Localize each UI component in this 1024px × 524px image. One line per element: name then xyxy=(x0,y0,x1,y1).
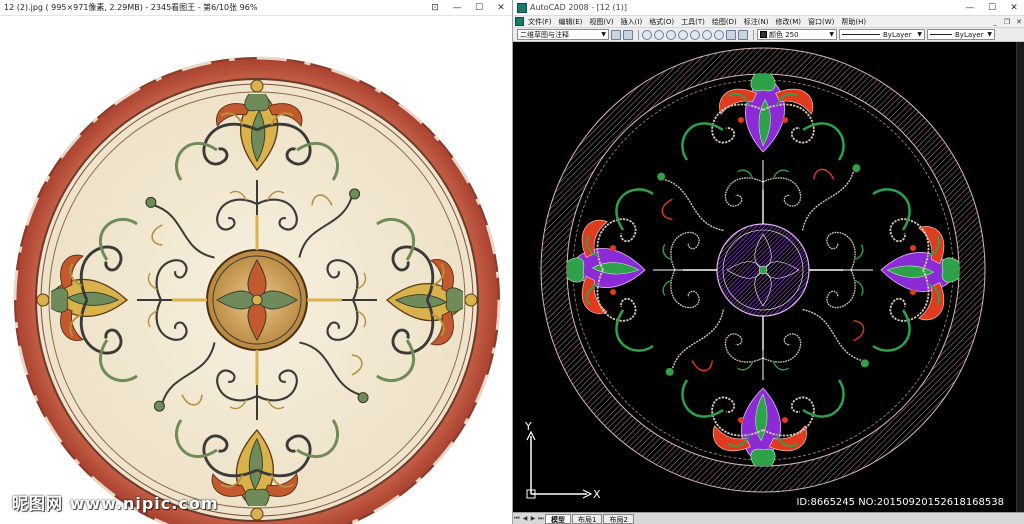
doc-close-button[interactable]: ✕ xyxy=(1013,18,1024,26)
cad-titlebar[interactable]: AutoCAD 2008 - [12 (1)] — ☐ ✕ xyxy=(513,0,1024,16)
doc-restore-button[interactable]: ❐ xyxy=(1001,18,1013,26)
ucs-axis-icon: Y X xyxy=(524,420,601,501)
zoom-realtime-icon[interactable] xyxy=(654,29,664,40)
autocad-window: AutoCAD 2008 - [12 (1)] — ☐ ✕ 文件(F) 编辑(E… xyxy=(512,0,1024,524)
tab-model[interactable]: 模型 xyxy=(545,513,571,524)
workspace-save-icon[interactable] xyxy=(623,29,633,40)
workspace-select[interactable]: 二维草图与注释 ▼ xyxy=(517,29,609,40)
image-viewer-window: 12 (2).jpg ( 995×971像素, 2.29MB) - 2345看图… xyxy=(0,0,512,524)
maximize-button[interactable]: ☐ xyxy=(468,0,490,16)
vertical-scrollbar[interactable] xyxy=(1016,42,1024,512)
color-select[interactable]: 颜色 250 ▼ xyxy=(757,29,837,40)
lineweight-sample xyxy=(930,34,952,35)
lineweight-select[interactable]: ByLayer ▼ xyxy=(927,29,995,40)
zoom-previous-icon[interactable] xyxy=(678,29,688,40)
color-swatch xyxy=(760,31,767,38)
menu-insert[interactable]: 插入(I) xyxy=(621,17,643,27)
watermark-right: ID:8665245 NO:20150920152618168538 xyxy=(796,497,1004,508)
chevron-down-icon: ▼ xyxy=(917,31,922,38)
prev-tab-icon[interactable]: ◀ xyxy=(521,515,529,522)
lineweight-value: ByLayer xyxy=(955,30,984,39)
y-axis-label: Y xyxy=(524,420,532,433)
zoom-window-icon[interactable] xyxy=(666,29,676,40)
menu-edit[interactable]: 编辑(E) xyxy=(559,17,583,27)
next-tab-icon[interactable]: ▶ xyxy=(529,515,537,522)
cad-drawing-area[interactable]: Y X xyxy=(513,42,1024,512)
chevron-down-icon: ▼ xyxy=(601,31,606,38)
zoom-extents-icon[interactable] xyxy=(690,29,700,40)
chevron-down-icon: ▼ xyxy=(987,31,992,38)
menu-tools[interactable]: 工具(T) xyxy=(681,17,705,27)
autocad-app-icon xyxy=(517,2,527,13)
last-tab-icon[interactable]: ⏭ xyxy=(537,515,545,523)
linetype-sample xyxy=(842,34,880,35)
zoom-out-icon[interactable] xyxy=(714,29,724,40)
properties-icon[interactable] xyxy=(726,29,736,40)
desktop: 12 (2).jpg ( 995×971像素, 2.29MB) - 2345看图… xyxy=(0,0,1024,524)
cad-window-title: AutoCAD 2008 - [12 (1)] xyxy=(530,3,627,12)
first-tab-icon[interactable]: ⏮ xyxy=(513,515,521,523)
menu-format[interactable]: 格式(O) xyxy=(649,17,674,27)
cad-layout-tabs-bar: ⏮ ◀ ▶ ⏭ 模型 布局1 布局2 xyxy=(513,512,1024,524)
menu-dimension[interactable]: 标注(N) xyxy=(744,17,769,27)
viewer-titlebar[interactable]: 12 (2).jpg ( 995×971像素, 2.29MB) - 2345看图… xyxy=(0,0,512,16)
cad-toolbar: 二维草图与注释 ▼ 颜色 250 ▼ ByLayer ▼ ByLayer ▼ xyxy=(513,28,1024,42)
marble-medallion-image xyxy=(13,56,501,524)
workspace-settings-icon[interactable] xyxy=(611,29,621,40)
document-icon[interactable] xyxy=(515,17,524,26)
viewer-title: 12 (2).jpg ( 995×971像素, 2.29MB) - 2345看图… xyxy=(4,3,258,12)
cad-minimize-button[interactable]: — xyxy=(959,0,981,16)
tab-layout2[interactable]: 布局2 xyxy=(603,513,634,524)
cad-menubar: 文件(F) 编辑(E) 视图(V) 插入(I) 格式(O) 工具(T) 绘图(D… xyxy=(513,16,1024,28)
tab-layout1[interactable]: 布局1 xyxy=(572,513,603,524)
doc-minimize-button[interactable]: _ xyxy=(989,18,1001,26)
menu-help[interactable]: 帮助(H) xyxy=(841,17,866,27)
menu-draw[interactable]: 绘图(D) xyxy=(712,17,737,27)
cad-maximize-button[interactable]: ☐ xyxy=(981,0,1003,16)
menu-file[interactable]: 文件(F) xyxy=(528,17,552,27)
close-button[interactable]: ✕ xyxy=(490,0,512,16)
pin-icon[interactable]: ⊡ xyxy=(424,0,446,16)
x-axis-label: X xyxy=(593,488,601,501)
design-center-icon[interactable] xyxy=(738,29,748,40)
zoom-in-icon[interactable] xyxy=(702,29,712,40)
menu-view[interactable]: 视图(V) xyxy=(589,17,613,27)
color-value: 颜色 250 xyxy=(769,30,799,39)
cad-close-button[interactable]: ✕ xyxy=(1003,0,1024,16)
watermark-left: 昵图网 www.nipic.com xyxy=(12,494,219,513)
minimize-button[interactable]: — xyxy=(446,0,468,16)
linetype-value: ByLayer xyxy=(883,30,912,39)
chevron-down-icon: ▼ xyxy=(829,31,834,38)
linetype-select[interactable]: ByLayer ▼ xyxy=(839,29,925,40)
pan-icon[interactable] xyxy=(642,29,652,40)
menu-modify[interactable]: 修改(M) xyxy=(775,17,801,27)
workspace-value: 二维草图与注释 xyxy=(520,30,569,39)
menu-window[interactable]: 窗口(W) xyxy=(808,17,834,27)
